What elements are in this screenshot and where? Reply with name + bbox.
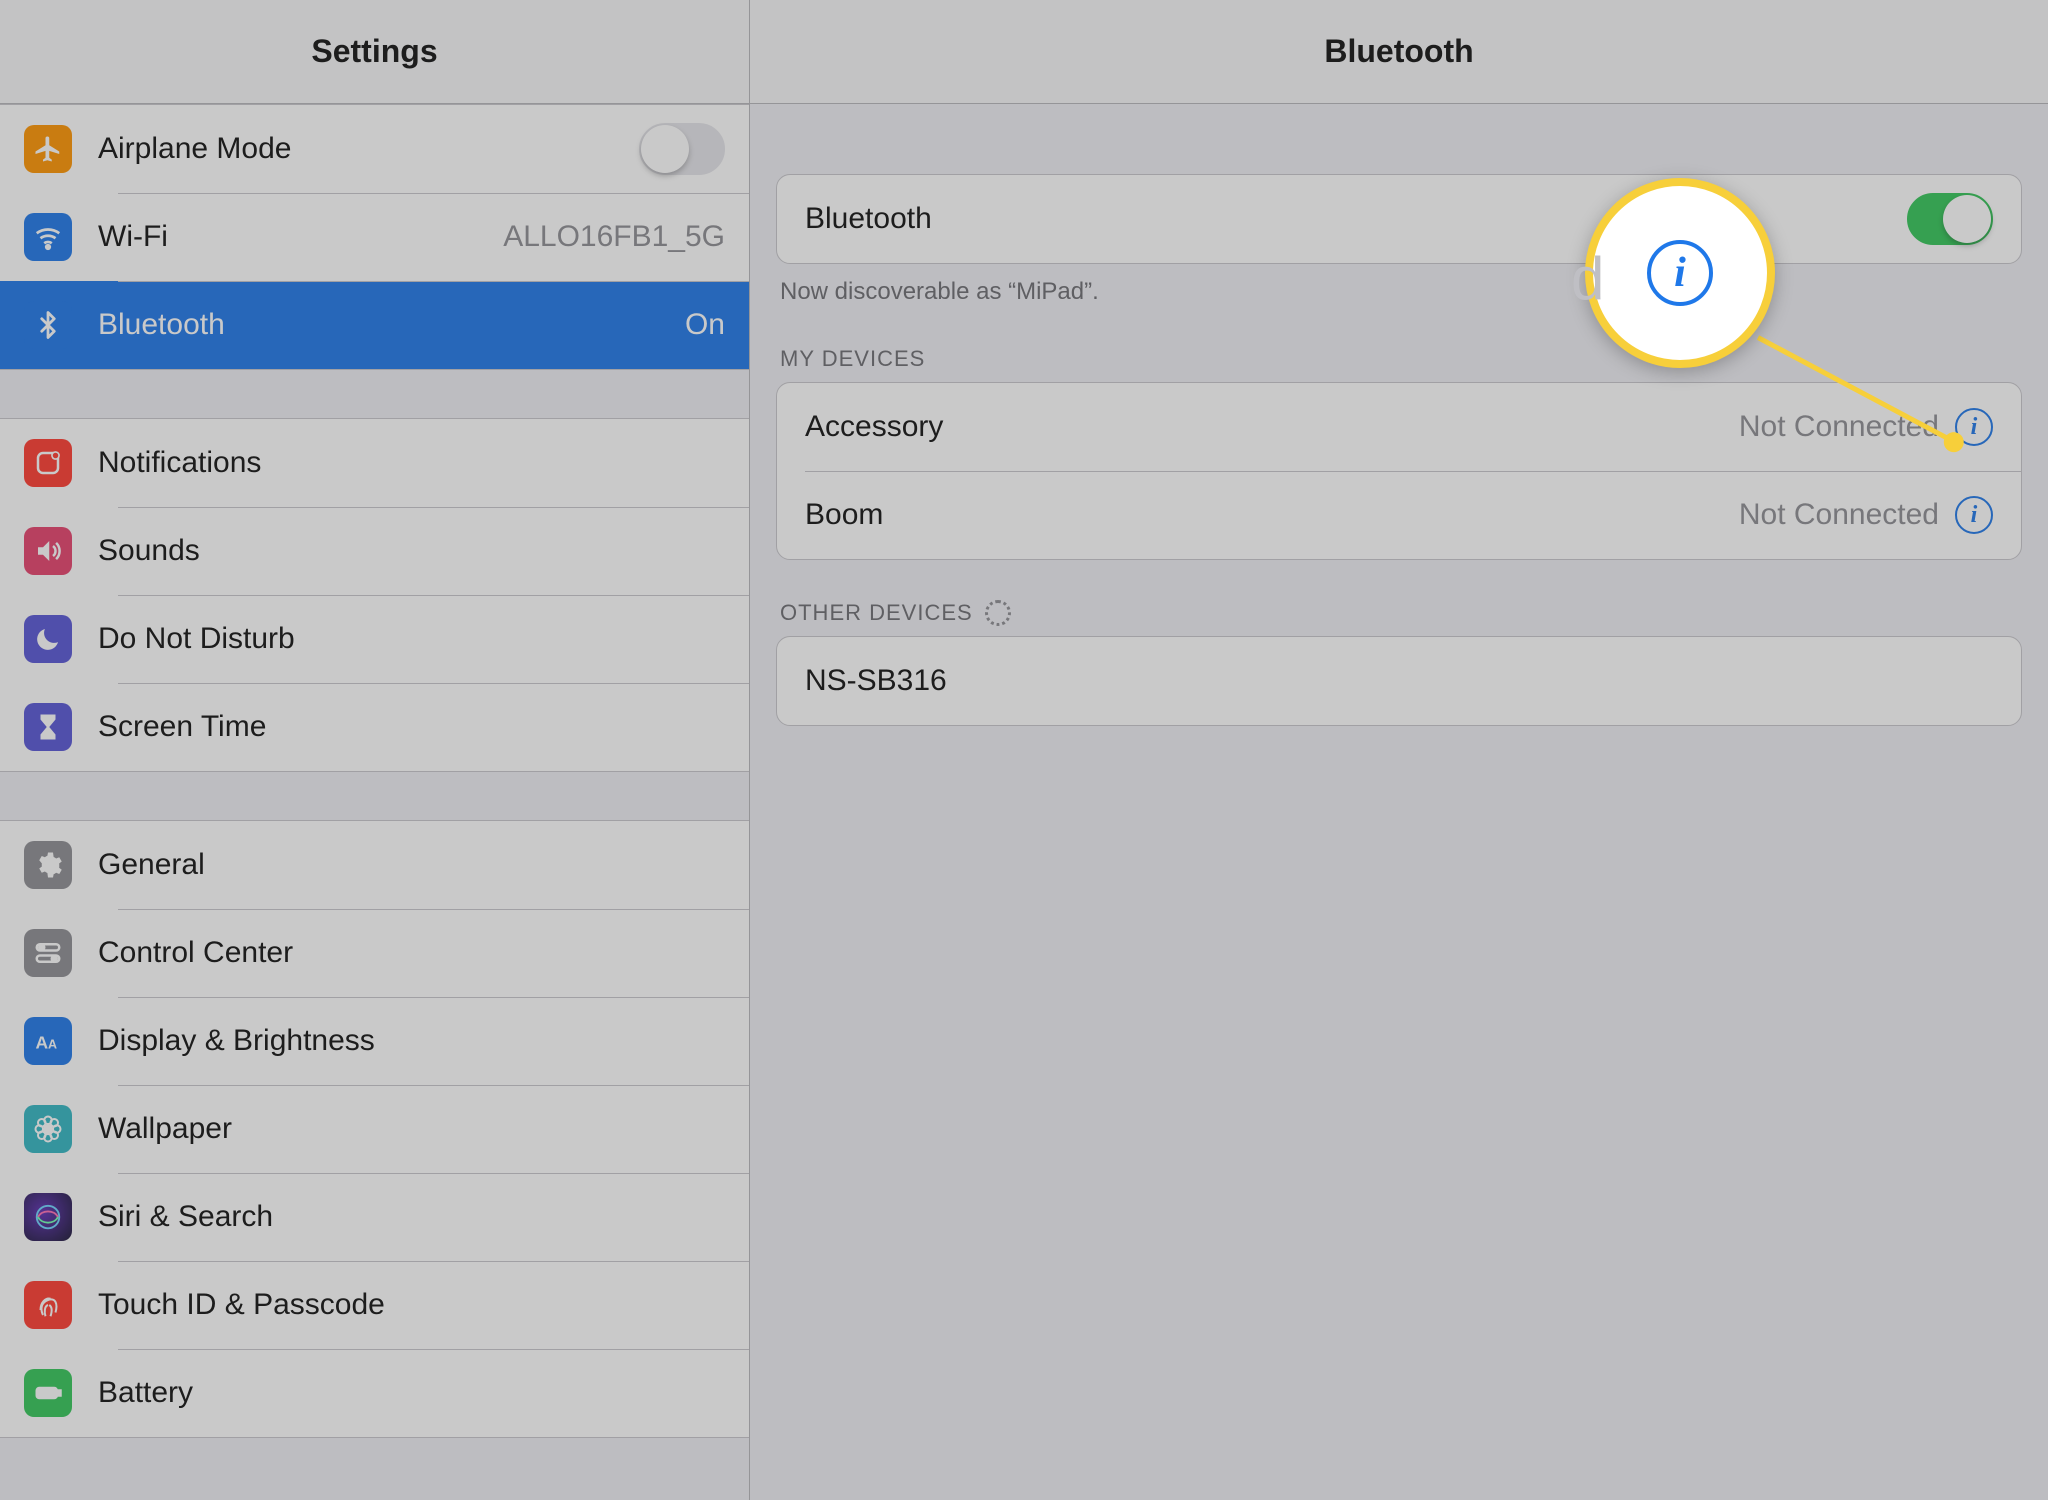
sidebar-item-sounds[interactable]: Sounds [0,507,749,595]
detail-pane: Bluetooth BluetoothNow discoverable as “… [750,0,2048,1500]
flower-icon [24,1105,72,1153]
sidebar-item-label: Do Not Disturb [98,622,725,656]
sidebar-item-label: Bluetooth [98,308,675,342]
hourglass-icon [24,703,72,751]
detail-title: Bluetooth [750,0,2048,104]
info-icon[interactable]: i [1955,496,1993,534]
fingerprint-icon [24,1281,72,1329]
sidebar-item-label: Sounds [98,534,725,568]
sidebar-item-label: General [98,848,725,882]
sidebar: Settings Airplane Mode Wi-Fi ALLO16FB1_5G B… [0,0,750,1500]
sidebar-item-label: Siri & Search [98,1200,725,1234]
siri-icon [24,1193,72,1241]
svg-text:A: A [48,1038,57,1052]
bluetooth-master-toggle[interactable] [1907,193,1993,245]
device-row[interactable]: NS-SB316 [777,637,2021,725]
sidebar-item-wifi[interactable]: Wi-Fi ALLO16FB1_5G [0,193,749,281]
sidebar-item-label: Display & Brightness [98,1024,725,1058]
airplane-icon [24,125,72,173]
spinner-icon [985,600,1011,626]
sidebar-item-label: Screen Time [98,710,725,744]
device-row[interactable]: AccessoryNot Connectedi [777,383,2021,471]
device-name: NS-SB316 [805,664,1993,698]
device-row[interactable]: BoomNot Connected i [777,471,2021,559]
text-size-icon: AA [24,1017,72,1065]
sidebar-item-bluetooth[interactable]: Bluetooth On [0,281,749,369]
section-header: MY DEVICES [776,306,2022,382]
info-icon: i [1647,240,1713,306]
device-name: Accessory [805,410,1739,444]
sidebar-item-touchid[interactable]: Touch ID & Passcode [0,1261,749,1349]
toggle-airplane[interactable] [639,123,725,175]
sidebar-item-battery[interactable]: Battery [0,1349,749,1437]
sidebar-item-label: Wallpaper [98,1112,725,1146]
annotation-callout: d i [1585,178,1775,368]
section-header: OTHER DEVICES [776,560,2022,636]
gear-icon [24,841,72,889]
sidebar-item-screentime[interactable]: Screen Time [0,683,749,771]
switches-icon [24,929,72,977]
sidebar-item-wallpaper[interactable]: Wallpaper [0,1085,749,1173]
moon-icon [24,615,72,663]
sidebar-item-dnd[interactable]: Do Not Disturb [0,595,749,683]
discoverable-text: Now discoverable as “MiPad”. [776,264,2022,306]
wifi-icon [24,213,72,261]
sidebar-item-label: Battery [98,1376,725,1410]
device-status: Not Connected [1739,498,1939,532]
sidebar-item-value: On [685,308,725,342]
sidebar-item-general[interactable]: General [0,821,749,909]
sidebar-item-label: Touch ID & Passcode [98,1288,725,1322]
callout-background-text: d [1571,244,1604,313]
device-name: Boom [805,498,1739,532]
battery-icon [24,1369,72,1417]
sidebar-item-airplane[interactable]: Airplane Mode [0,105,749,193]
sidebar-item-value: ALLO16FB1_5G [503,220,725,254]
svg-text:A: A [36,1033,49,1053]
sounds-icon [24,527,72,575]
sidebar-item-display[interactable]: AA Display & Brightness [0,997,749,1085]
sidebar-item-notifications[interactable]: Notifications [0,419,749,507]
sidebar-item-siri[interactable]: Siri & Search [0,1173,749,1261]
sidebar-title: Settings [0,0,749,104]
sidebar-item-label: Airplane Mode [98,132,639,166]
sidebar-item-controlcenter[interactable]: Control Center [0,909,749,997]
sidebar-item-label: Wi-Fi [98,220,493,254]
sidebar-item-label: Control Center [98,936,725,970]
bluetooth-icon [24,301,72,349]
notifications-icon [24,439,72,487]
sidebar-item-label: Notifications [98,446,725,480]
bluetooth-master-row: Bluetooth [777,175,2021,263]
